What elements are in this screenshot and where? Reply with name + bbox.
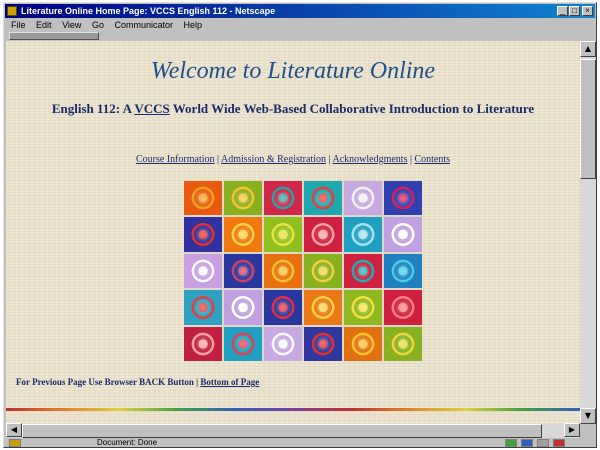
nav-separator: | xyxy=(328,154,331,165)
nav-link-admission-registration[interactable]: Admission & Registration xyxy=(221,154,326,165)
quilt-tile xyxy=(264,326,302,361)
nav-separator: | xyxy=(217,154,220,165)
quilt-tile xyxy=(224,326,262,361)
quilt-tile xyxy=(384,253,422,289)
status-text: Document: Done xyxy=(97,438,158,447)
quilt-tile xyxy=(184,181,222,216)
nav-separator: | xyxy=(409,154,412,165)
nav-link-acknowledgments[interactable]: Acknowledgments xyxy=(332,154,407,165)
page-subtitle: English 112: A VCCS World Wide Web-Based… xyxy=(26,99,560,118)
quilt-tile xyxy=(264,253,302,289)
quilt-tile xyxy=(224,217,262,252)
quilt-tile xyxy=(344,253,382,289)
horizontal-scrollbar[interactable]: ◀ ▶ xyxy=(6,423,580,438)
quilt-tile xyxy=(304,290,342,325)
nav-link-course-information[interactable]: Course Information xyxy=(136,154,215,165)
quilt-tile xyxy=(384,326,422,361)
quilt-tile xyxy=(344,290,382,325)
quilt-tile xyxy=(224,290,262,325)
vertical-scrollbar[interactable]: ▲ ▼ xyxy=(580,41,596,424)
collapsed-toolbar-tab[interactable] xyxy=(9,32,99,40)
composer-icon[interactable] xyxy=(553,439,565,447)
nav-link-contents[interactable]: Contents xyxy=(414,154,450,165)
menu-edit[interactable]: Edit xyxy=(36,20,52,30)
scroll-right-icon[interactable]: ▶ xyxy=(564,423,580,437)
scroll-left-icon[interactable]: ◀ xyxy=(6,423,22,437)
quilt-tile xyxy=(304,217,342,252)
mail-icon[interactable] xyxy=(521,439,533,447)
nav-links: Course Information | Admission & Registr… xyxy=(6,154,580,165)
menu-help[interactable]: Help xyxy=(184,20,203,30)
security-lock-icon[interactable] xyxy=(9,439,21,447)
subtitle-suffix: World Wide Web-Based Collaborative Intro… xyxy=(172,101,535,116)
back-hint-text: For Previous Page Use Browser BACK Butto… xyxy=(16,377,194,387)
vertical-scroll-thumb[interactable] xyxy=(580,59,596,179)
maximize-button[interactable]: □ xyxy=(569,6,580,16)
quilt-tile xyxy=(304,326,342,361)
quilt-tile xyxy=(384,290,422,325)
minimize-button[interactable]: _ xyxy=(557,6,568,16)
page-content: Welcome to Literature Online English 112… xyxy=(6,41,580,424)
quilt-tile xyxy=(224,181,262,216)
netscape-app-icon[interactable] xyxy=(7,6,17,16)
kaleidoscope-quilt-image xyxy=(184,181,422,361)
title-bar[interactable]: Literature Online Home Page: VCCS Englis… xyxy=(5,4,595,18)
close-button[interactable]: × xyxy=(582,6,593,16)
quilt-tile xyxy=(184,253,222,289)
quilt-tile xyxy=(384,181,422,216)
quilt-tile xyxy=(184,290,222,325)
bottom-of-page-link[interactable]: Bottom of Page xyxy=(200,377,259,387)
quilt-tile xyxy=(264,290,302,325)
window-title: Literature Online Home Page: VCCS Englis… xyxy=(21,6,276,16)
quilt-tile xyxy=(184,326,222,361)
quilt-tile xyxy=(264,181,302,216)
page-title: Welcome to Literature Online xyxy=(150,58,436,84)
quilt-tile xyxy=(264,217,302,252)
quilt-tile xyxy=(304,181,342,216)
discussion-icon[interactable] xyxy=(537,439,549,447)
browser-window: Literature Online Home Page: VCCS Englis… xyxy=(3,2,597,448)
component-bar-icon[interactable] xyxy=(505,439,517,447)
quilt-tile xyxy=(344,326,382,361)
vccs-link[interactable]: VCCS xyxy=(134,101,169,116)
menu-bar: File Edit View Go Communicator Help xyxy=(5,18,595,32)
menu-go[interactable]: Go xyxy=(92,20,104,30)
quilt-tile xyxy=(344,181,382,216)
quilt-tile xyxy=(344,217,382,252)
scroll-up-icon[interactable]: ▲ xyxy=(580,41,596,57)
bottom-nav: For Previous Page Use Browser BACK Butto… xyxy=(16,377,259,387)
menu-file[interactable]: File xyxy=(11,20,26,30)
quilt-tile xyxy=(224,253,262,289)
subtitle-prefix: English 112: A xyxy=(51,101,132,116)
status-bar: Document: Done xyxy=(5,438,595,447)
menu-communicator[interactable]: Communicator xyxy=(114,20,173,30)
quilt-tile xyxy=(184,217,222,252)
quilt-tile xyxy=(304,253,342,289)
horizontal-scroll-thumb[interactable] xyxy=(22,424,542,438)
menu-view[interactable]: View xyxy=(62,20,81,30)
rainbow-divider xyxy=(6,408,580,411)
scroll-down-icon[interactable]: ▼ xyxy=(580,408,596,424)
quilt-tile xyxy=(384,217,422,252)
nav-separator: | xyxy=(196,377,199,387)
